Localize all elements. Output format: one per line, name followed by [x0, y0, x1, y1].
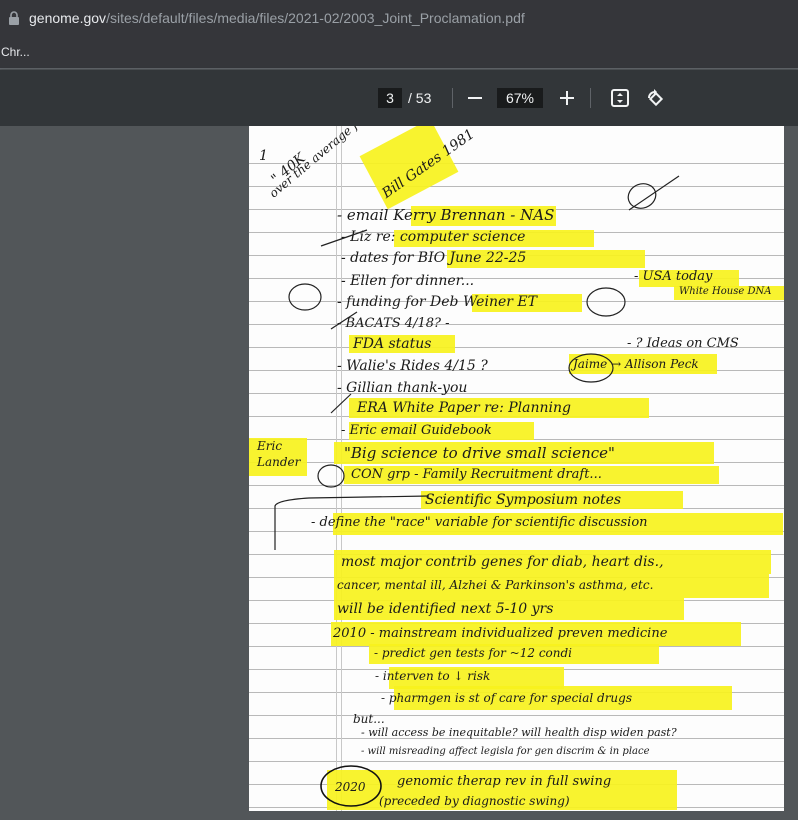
bookmark-item[interactable]: Chr... — [0, 45, 30, 59]
plus-icon — [560, 91, 574, 105]
fit-page-icon — [611, 89, 629, 107]
zoom-input[interactable]: 67% — [497, 88, 543, 108]
zoom-out-button[interactable] — [461, 84, 489, 112]
rotate-button[interactable] — [641, 84, 669, 112]
pdf-viewer[interactable]: 1 " 40K over the average for anybody" Bi… — [0, 126, 798, 820]
rotate-icon — [647, 89, 664, 107]
page-total: / 53 — [408, 90, 432, 106]
bookmarks-bar: Chr... — [0, 36, 798, 69]
minus-icon — [468, 97, 482, 99]
address-bar[interactable]: genome.gov/sites/default/files/media/fil… — [0, 0, 798, 36]
fit-to-page-button[interactable] — [606, 84, 634, 112]
pdf-toolbar: 3 / 53 67% — [0, 70, 798, 126]
pdf-page[interactable]: 1 " 40K over the average for anybody" Bi… — [249, 126, 784, 811]
url-text[interactable]: genome.gov/sites/default/files/media/fil… — [29, 10, 525, 26]
page-number-input[interactable]: 3 — [378, 88, 402, 108]
zoom-in-button[interactable] — [553, 84, 581, 112]
toolbar-divider — [590, 88, 591, 108]
lock-icon[interactable] — [8, 11, 20, 25]
toolbar-divider — [452, 88, 453, 108]
ink-marks — [274, 175, 680, 807]
